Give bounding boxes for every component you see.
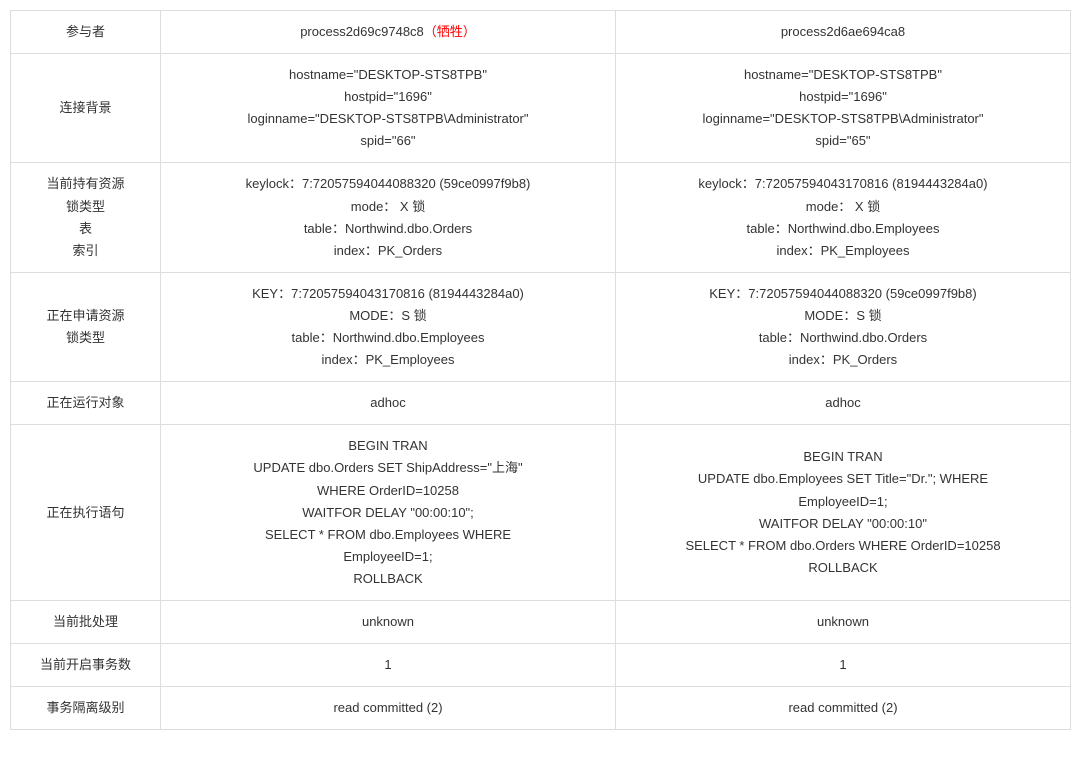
table-row: 连接背景 hostname="DESKTOP-STS8TPB" hostpid=… <box>11 54 1071 163</box>
table-row: 当前批处理 unknown unknown <box>11 600 1071 643</box>
running-object-col1: adhoc <box>161 382 616 425</box>
executing-stmt-col1: BEGIN TRAN UPDATE dbo.Orders SET ShipAdd… <box>161 425 616 601</box>
requesting-resource-col2: KEY：7:72057594044088320 (59ce0997f9b8) M… <box>616 272 1071 381</box>
connection-col2: hostname="DESKTOP-STS8TPB" hostpid="1696… <box>616 54 1071 163</box>
current-batch-col2: unknown <box>616 600 1071 643</box>
row-label-open-tran: 当前开启事务数 <box>11 644 161 687</box>
row-label-connection: 连接背景 <box>11 54 161 163</box>
table-row: 参与者 process2d69c9748c8（牺牲） process2d6ae6… <box>11 11 1071 54</box>
row-label-executing-stmt: 正在执行语句 <box>11 425 161 601</box>
participant-col1: process2d69c9748c8（牺牲） <box>161 11 616 54</box>
row-label-participant: 参与者 <box>11 11 161 54</box>
requesting-resource-col1: KEY：7:72057594043170816 (8194443284a0) M… <box>161 272 616 381</box>
row-label-current-batch: 当前批处理 <box>11 600 161 643</box>
row-label-isolation: 事务隔离级别 <box>11 687 161 730</box>
row-label-requesting-resource: 正在申请资源 锁类型 <box>11 272 161 381</box>
running-object-col2: adhoc <box>616 382 1071 425</box>
deadlock-info-table: 参与者 process2d69c9748c8（牺牲） process2d6ae6… <box>10 10 1071 730</box>
table-row: 当前开启事务数 1 1 <box>11 644 1071 687</box>
table-row: 当前持有资源 锁类型 表 索引 keylock：7:72057594044088… <box>11 163 1071 272</box>
row-label-current-resource: 当前持有资源 锁类型 表 索引 <box>11 163 161 272</box>
table-row: 正在申请资源 锁类型 KEY：7:72057594043170816 (8194… <box>11 272 1071 381</box>
table-row: 正在运行对象 adhoc adhoc <box>11 382 1071 425</box>
executing-stmt-col2: BEGIN TRAN UPDATE dbo.Employees SET Titl… <box>616 425 1071 601</box>
isolation-col2: read committed (2) <box>616 687 1071 730</box>
process-id-victim: process2d69c9748c8 <box>300 24 424 39</box>
open-tran-col1: 1 <box>161 644 616 687</box>
current-resource-col1: keylock：7:72057594044088320 (59ce0997f9b… <box>161 163 616 272</box>
table-row: 事务隔离级别 read committed (2) read committed… <box>11 687 1071 730</box>
isolation-col1: read committed (2) <box>161 687 616 730</box>
current-batch-col1: unknown <box>161 600 616 643</box>
participant-col2: process2d6ae694ca8 <box>616 11 1071 54</box>
connection-col1: hostname="DESKTOP-STS8TPB" hostpid="1696… <box>161 54 616 163</box>
row-label-running-object: 正在运行对象 <box>11 382 161 425</box>
current-resource-col2: keylock：7:72057594043170816 (8194443284a… <box>616 163 1071 272</box>
table-row: 正在执行语句 BEGIN TRAN UPDATE dbo.Orders SET … <box>11 425 1071 601</box>
victim-label: （牺牲） <box>424 24 476 39</box>
open-tran-col2: 1 <box>616 644 1071 687</box>
